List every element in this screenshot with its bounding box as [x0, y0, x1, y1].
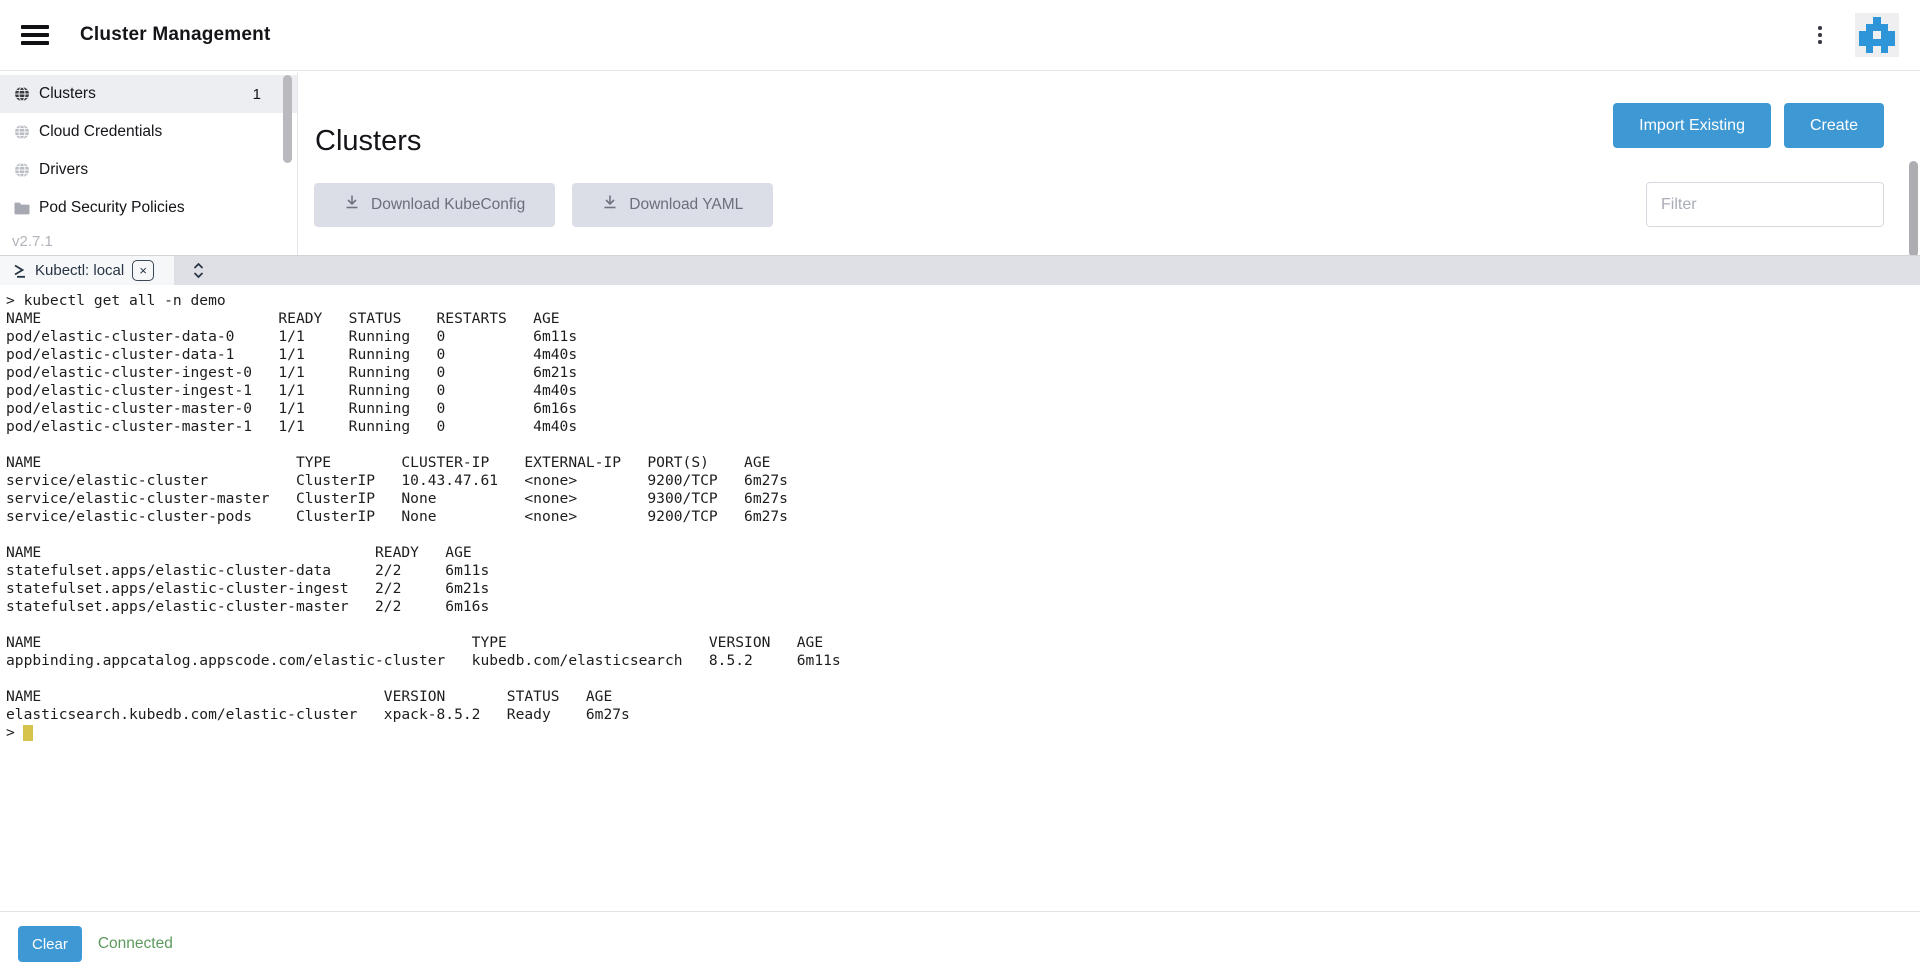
- sidebar-item-label: Cloud Credentials: [39, 123, 162, 141]
- kubectl-terminal-panel: Kubectl: local × > kubectl get all -n de…: [0, 255, 1920, 976]
- page-title: Clusters: [315, 125, 421, 158]
- terminal-prompt-line: >: [6, 724, 1920, 742]
- app-title: Cluster Management: [80, 24, 270, 46]
- sidebar-item-drivers[interactable]: Drivers: [0, 151, 297, 189]
- download-icon: [344, 194, 360, 215]
- sidebar-nav: Clusters 1 Cloud Credentials Drivers Pod Sec…: [0, 75, 297, 227]
- close-icon: ×: [139, 264, 147, 277]
- connection-status: Connected: [98, 935, 173, 953]
- sidebar-item-label: Pod Security Policies: [39, 199, 185, 217]
- chevron-up-down-icon: [192, 262, 205, 279]
- clear-button[interactable]: Clear: [18, 926, 82, 962]
- sidebar-item-count: 1: [253, 86, 261, 103]
- hamburger-menu-button[interactable]: [21, 25, 49, 45]
- download-kubeconfig-button[interactable]: Download KubeConfig: [314, 183, 555, 227]
- terminal-cursor: [23, 725, 33, 741]
- kebab-menu-button[interactable]: [1807, 20, 1833, 50]
- sidebar-item-label: Clusters: [39, 85, 96, 103]
- sidebar-item-label: Drivers: [39, 161, 88, 179]
- secondary-actions: Download KubeConfig Download YAML: [314, 182, 1884, 227]
- terminal-tab-label: Kubectl: local: [35, 262, 124, 279]
- avatar[interactable]: [1855, 13, 1899, 57]
- terminal-tab-close-button[interactable]: ×: [132, 260, 154, 281]
- terminal-output: > kubectl get all -n demo NAME READY STA…: [6, 292, 1920, 724]
- sidebar-item-clusters[interactable]: Clusters 1: [0, 75, 297, 113]
- terminal-tab-kubectl-local[interactable]: Kubectl: local ×: [0, 256, 174, 285]
- terminal-footer: Clear Connected: [0, 911, 1920, 976]
- sidebar-item-pod-security-policies[interactable]: Pod Security Policies: [0, 189, 297, 227]
- sidebar-scrollbar-thumb[interactable]: [283, 75, 292, 163]
- app-header: Cluster Management: [0, 0, 1920, 71]
- download-yaml-button[interactable]: Download YAML: [572, 183, 773, 227]
- globe-icon: [14, 124, 30, 140]
- primary-actions: Import Existing Create: [1613, 103, 1884, 148]
- version-label: v2.7.1: [12, 233, 297, 250]
- import-existing-button[interactable]: Import Existing: [1613, 103, 1771, 148]
- globe-icon: [14, 86, 30, 102]
- terminal-body[interactable]: > kubectl get all -n demo NAME READY STA…: [0, 285, 1920, 911]
- terminal-prompt-icon: [13, 263, 27, 278]
- terminal-prompt: >: [6, 724, 15, 742]
- folder-icon: [14, 200, 30, 216]
- sidebar-item-cloud-credentials[interactable]: Cloud Credentials: [0, 113, 297, 151]
- terminal-tabbar: Kubectl: local ×: [0, 255, 1920, 285]
- header-right: [1807, 13, 1899, 57]
- create-button[interactable]: Create: [1784, 103, 1884, 148]
- main-scrollbar-thumb[interactable]: [1909, 161, 1918, 257]
- terminal-resize-toggle[interactable]: [190, 260, 207, 281]
- download-icon: [602, 194, 618, 215]
- globe-icon: [14, 162, 30, 178]
- filter-input[interactable]: [1646, 182, 1884, 227]
